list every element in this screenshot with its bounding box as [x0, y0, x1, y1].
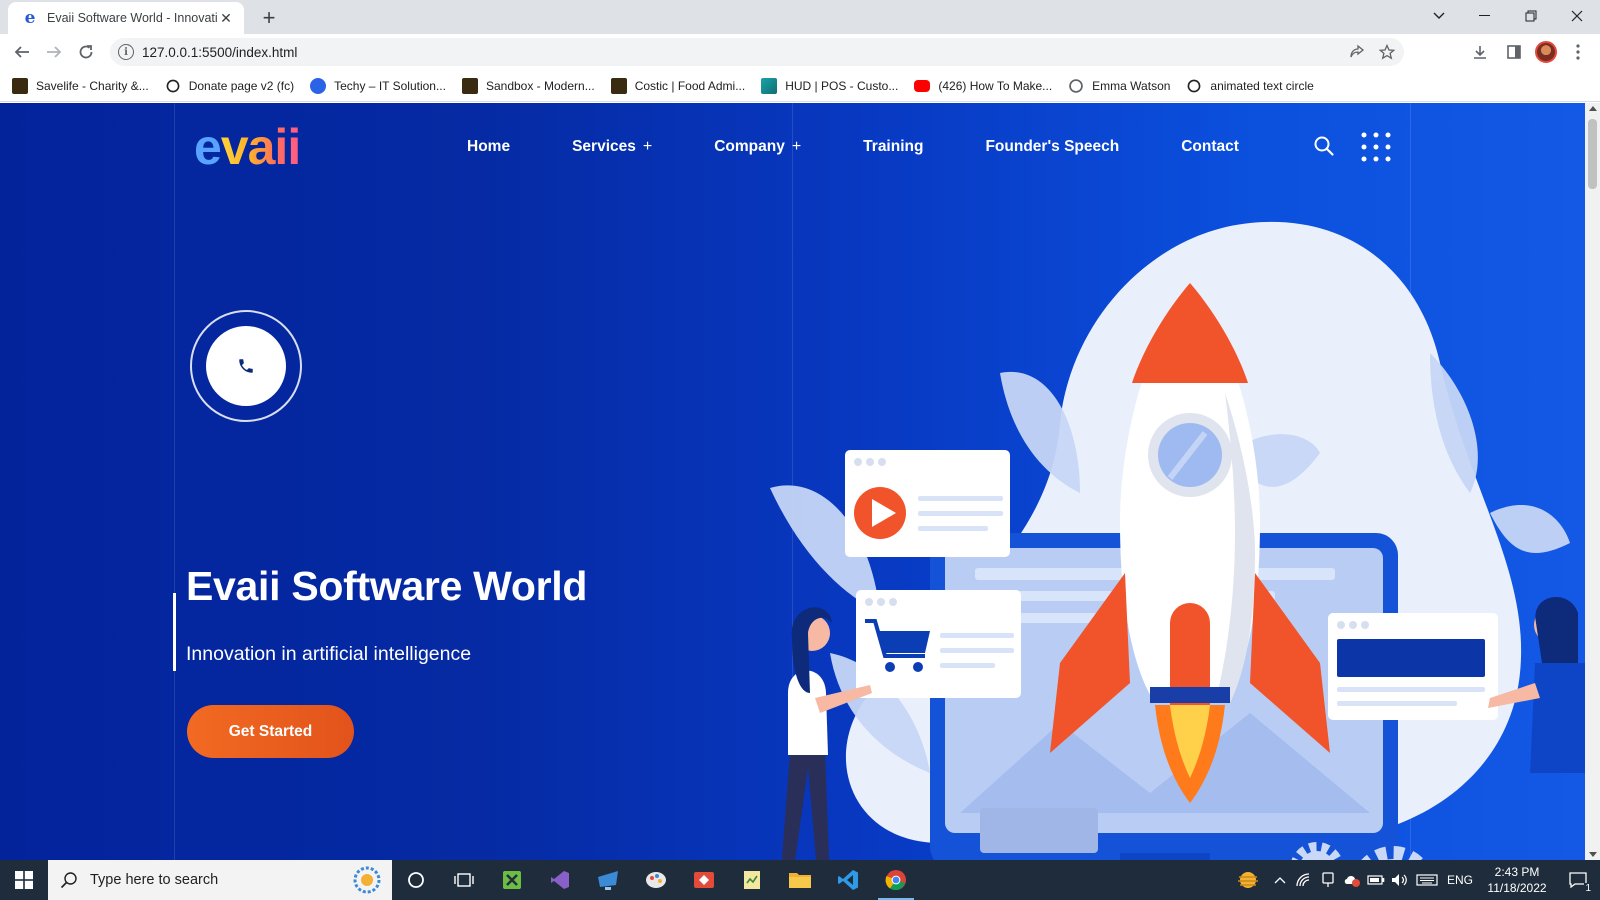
- search-highlight-icon: [353, 866, 381, 894]
- download-icon[interactable]: [1468, 40, 1492, 64]
- task-view-icon[interactable]: [440, 860, 488, 900]
- hero-title: Evaii Software World: [186, 563, 588, 609]
- taskbar-search-box[interactable]: Type here to search: [48, 860, 392, 900]
- browser-tab-active[interactable]: e Evaii Software World - Innovation in a…: [8, 2, 244, 34]
- nav-training[interactable]: Training: [863, 138, 923, 156]
- get-started-button[interactable]: Get Started: [187, 705, 354, 758]
- browser-toolbar: i 127.0.0.1:5500/index.html: [0, 34, 1600, 70]
- search-icon: [60, 872, 77, 889]
- bookmark-item[interactable]: HUD | POS - Custo...: [761, 77, 898, 94]
- volume-icon[interactable]: [1388, 860, 1412, 900]
- bookmark-favicon-icon: [461, 77, 478, 94]
- wifi-icon[interactable]: [1292, 860, 1316, 900]
- bookmark-star-icon[interactable]: [1374, 39, 1400, 65]
- back-arrow-icon[interactable]: [8, 38, 36, 66]
- bookmark-item[interactable]: (426) How To Make...: [914, 79, 1052, 93]
- phone-button[interactable]: [206, 326, 286, 406]
- app-sticky-notes-icon[interactable]: [728, 860, 776, 900]
- page-scrollbar[interactable]: [1585, 103, 1600, 860]
- bookmark-favicon-icon: [12, 77, 28, 94]
- site-logo[interactable]: evaii: [194, 121, 301, 173]
- grid-line: [174, 103, 175, 860]
- reload-icon[interactable]: [72, 38, 100, 66]
- bookmark-favicon-icon: [610, 77, 627, 94]
- side-panel-icon[interactable]: [1502, 40, 1526, 64]
- tray-chevron-up-icon[interactable]: [1268, 860, 1292, 900]
- app-paint-icon[interactable]: [632, 860, 680, 900]
- windows-start-icon[interactable]: [0, 860, 48, 900]
- nav-founders-speech[interactable]: Founder's Speech: [985, 138, 1119, 156]
- new-tab-button[interactable]: +: [256, 5, 282, 31]
- weather-icon[interactable]: [1228, 860, 1268, 900]
- clock-time: 2:43 PM: [1494, 865, 1540, 879]
- search-icon[interactable]: [1312, 134, 1336, 158]
- app-excel-icon[interactable]: [488, 860, 536, 900]
- bookmark-item[interactable]: Donate page v2 (fc): [165, 78, 294, 94]
- address-url[interactable]: 127.0.0.1:5500/index.html: [142, 45, 1344, 60]
- notification-center-icon[interactable]: 1: [1556, 860, 1600, 900]
- submenu-plus-icon: +: [642, 138, 653, 155]
- window-restore-icon[interactable]: [1508, 0, 1554, 32]
- app-file-explorer-icon[interactable]: [776, 860, 824, 900]
- youtube-icon: [914, 79, 931, 92]
- scroll-up-arrow-icon[interactable]: [1589, 106, 1597, 111]
- browser-menu-icon[interactable]: [1566, 40, 1590, 64]
- hero-accent-bar: [173, 593, 176, 671]
- nav-home[interactable]: Home: [467, 138, 510, 156]
- forward-arrow-icon[interactable]: [40, 38, 68, 66]
- share-icon[interactable]: [1344, 39, 1370, 65]
- bookmark-item[interactable]: Savelife - Charity &...: [12, 77, 149, 94]
- profile-avatar[interactable]: [1534, 40, 1558, 64]
- leaf: [1490, 504, 1570, 553]
- taskbar-clock[interactable]: 2:43 PM 11/18/2022: [1478, 864, 1556, 896]
- notification-count-badge: 1: [1584, 883, 1592, 894]
- bookmark-item[interactable]: Sandbox - Modern...: [461, 77, 595, 94]
- clock-date: 11/18/2022: [1487, 881, 1547, 895]
- language-indicator[interactable]: ENG: [1442, 860, 1478, 900]
- bookmarks-bar: Savelife - Charity &... Donate page v2 (…: [0, 70, 1600, 102]
- scroll-down-arrow-icon[interactable]: [1589, 852, 1597, 857]
- windows-taskbar: Type here to search ENG 2:43 PM 11/18/20…: [0, 860, 1600, 900]
- keyboard-icon[interactable]: [1412, 860, 1442, 900]
- nav-services[interactable]: Services +: [572, 138, 652, 156]
- main-nav: Home Services + Company + Training Founder…: [467, 135, 1301, 159]
- submenu-plus-icon: +: [791, 138, 802, 155]
- app-vscode-icon[interactable]: [824, 860, 872, 900]
- tab-search-chevron-icon[interactable]: [1416, 0, 1462, 32]
- bookmark-item[interactable]: Techy – IT Solution...: [310, 77, 446, 94]
- offcanvas-menu-dots-icon[interactable]: [1358, 131, 1394, 163]
- bookmark-favicon-icon: [1188, 79, 1201, 92]
- app-chrome-icon[interactable]: [872, 860, 920, 900]
- hero-illustration: [770, 221, 1585, 860]
- app-anydesk-icon[interactable]: [680, 860, 728, 900]
- site-info-icon[interactable]: i: [118, 44, 134, 60]
- bookmark-item[interactable]: Costic | Food Admi...: [610, 77, 745, 94]
- nav-company[interactable]: Company +: [714, 138, 801, 156]
- battery-icon[interactable]: [1364, 860, 1388, 900]
- tab-close-icon[interactable]: ✕: [218, 10, 234, 26]
- phone-icon: [239, 359, 253, 373]
- page-viewport: evaii Home Services + Company + Training F…: [0, 103, 1585, 860]
- bookmark-favicon-icon: [310, 77, 327, 94]
- bookmark-item[interactable]: Emma Watson: [1068, 78, 1170, 94]
- window-minimize-icon[interactable]: [1462, 0, 1508, 32]
- globe-icon: [1069, 78, 1083, 93]
- tab-title: Evaii Software World - Innovation in art…: [47, 11, 218, 25]
- window-close-icon[interactable]: [1554, 0, 1600, 32]
- address-bar[interactable]: i 127.0.0.1:5500/index.html: [110, 38, 1404, 66]
- cortana-icon[interactable]: [392, 860, 440, 900]
- bookmark-item[interactable]: animated text circle: [1186, 78, 1314, 94]
- nav-contact[interactable]: Contact: [1181, 138, 1239, 156]
- hero-subtitle: Innovation in artificial intelligence: [186, 643, 472, 665]
- site-favicon-icon: e: [24, 7, 36, 28]
- browser-tab-strip: e Evaii Software World - Innovation in a…: [0, 0, 1600, 34]
- app-remote-desktop-icon[interactable]: [584, 860, 632, 900]
- bookmark-favicon-icon: [761, 77, 778, 94]
- scrollbar-thumb[interactable]: [1588, 119, 1597, 189]
- bookmark-favicon-icon: [166, 79, 180, 92]
- app-visual-studio-icon[interactable]: [536, 860, 584, 900]
- meet-now-icon[interactable]: [1316, 860, 1340, 900]
- onedrive-error-icon[interactable]: [1340, 860, 1364, 900]
- taskbar-search-placeholder: Type here to search: [90, 872, 219, 888]
